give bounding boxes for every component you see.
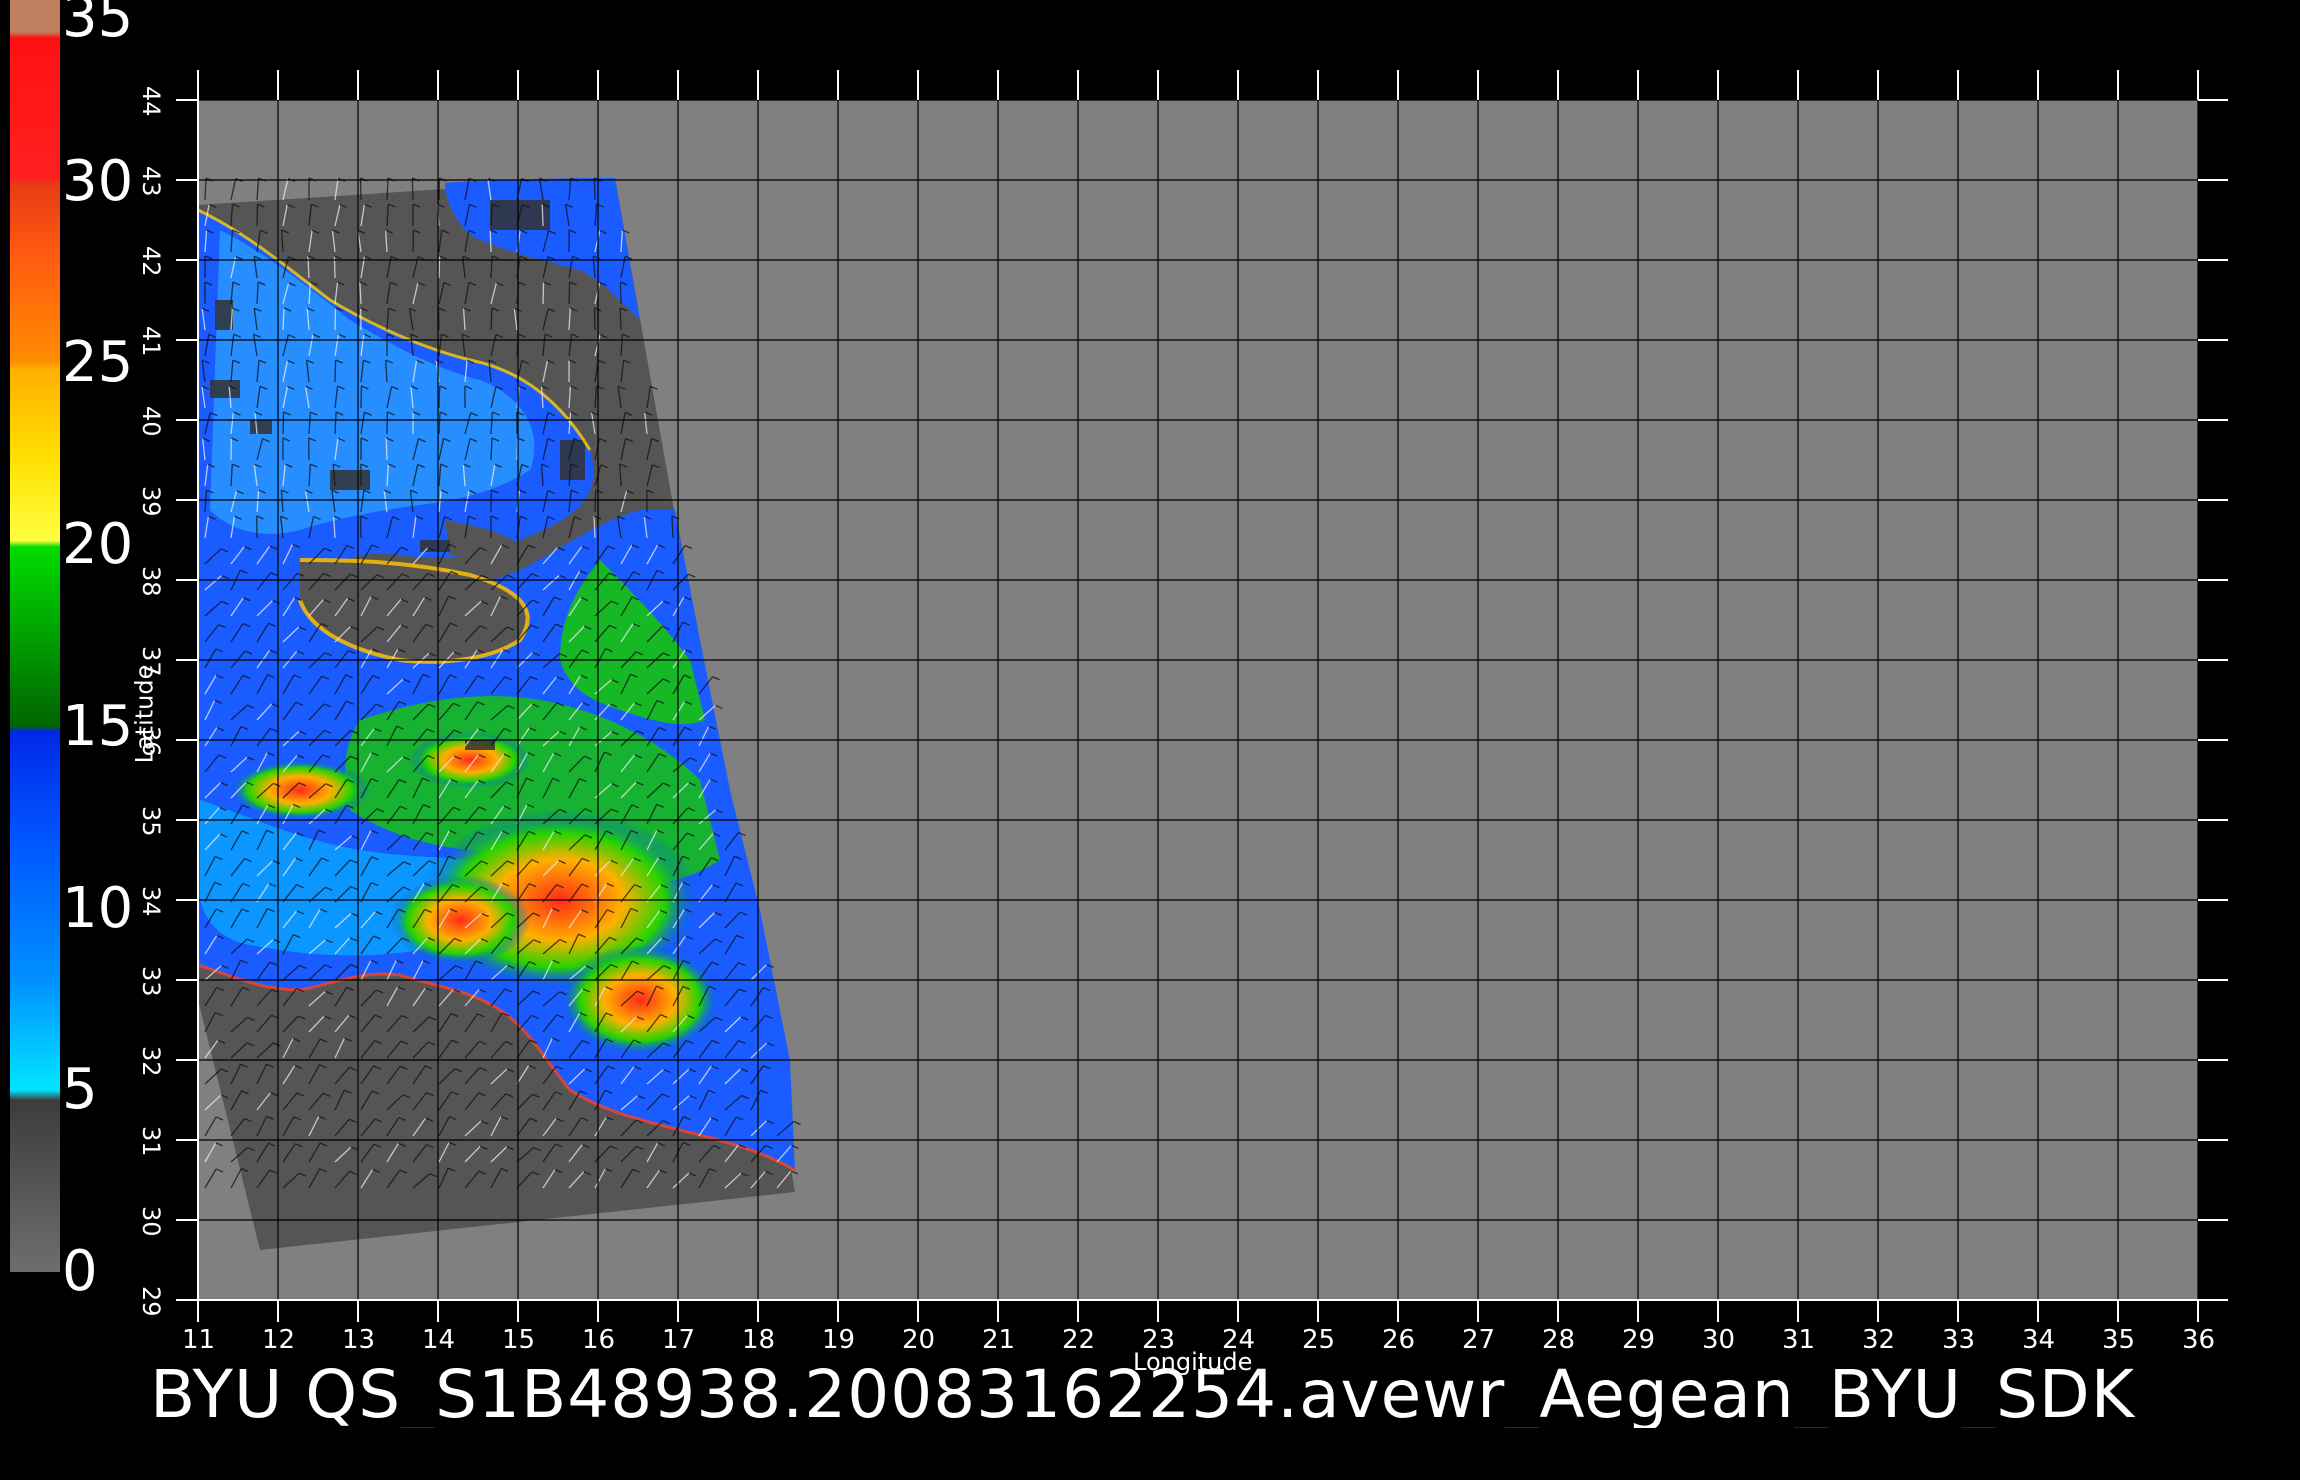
colorbar-label: 20 xyxy=(62,512,134,578)
wind-barb xyxy=(593,307,596,331)
y-tick-label: 39 xyxy=(137,486,165,517)
x-tick-label: 27 xyxy=(1462,1325,1496,1355)
x-tick-label: 35 xyxy=(2102,1325,2136,1355)
wind-barb xyxy=(438,255,441,279)
y-tick-label: 44 xyxy=(137,86,165,117)
x-tick-label: 34 xyxy=(2022,1325,2056,1355)
wind-barb xyxy=(411,177,414,201)
y-tick-label: 35 xyxy=(137,806,165,837)
wind-barb xyxy=(541,203,544,227)
colorbar-label: 35 xyxy=(62,0,134,50)
x-tick-label: 20 xyxy=(902,1325,936,1355)
x-tick-label: 19 xyxy=(822,1325,856,1355)
x-tick-label: 11 xyxy=(182,1325,216,1355)
y-tick-label: 41 xyxy=(137,326,165,357)
y-tick-label: 34 xyxy=(137,886,165,917)
wind-barb xyxy=(489,229,492,253)
wind-barb xyxy=(542,281,545,305)
y-tick-label: 38 xyxy=(137,566,165,597)
wind-barb xyxy=(334,307,337,331)
x-tick-label: 28 xyxy=(1542,1325,1576,1355)
colorbar-label: 30 xyxy=(62,148,134,214)
x-tick-label: 12 xyxy=(262,1325,296,1355)
x-tick-label: 21 xyxy=(982,1325,1016,1355)
wind-barb xyxy=(256,203,259,227)
wind-barb xyxy=(594,489,597,513)
x-tick-label: 31 xyxy=(1782,1325,1816,1355)
colorbar xyxy=(10,0,60,1272)
x-tick-label: 36 xyxy=(2182,1325,2216,1355)
wind-barb xyxy=(593,177,596,201)
x-tick-label: 22 xyxy=(1062,1325,1096,1355)
wind-map-figure xyxy=(10,0,2228,1322)
colorbar-label: 25 xyxy=(62,330,134,396)
x-tick-label: 33 xyxy=(1942,1325,1976,1355)
x-tick-label: 15 xyxy=(502,1325,536,1355)
x-tick-label: 25 xyxy=(1302,1325,1336,1355)
x-tick-label: 17 xyxy=(662,1325,696,1355)
x-tick-label: 30 xyxy=(1702,1325,1736,1355)
x-tick-label: 32 xyxy=(1862,1325,1896,1355)
y-tick-label: 42 xyxy=(137,246,165,277)
wind-barb xyxy=(359,515,362,539)
wind-barb xyxy=(282,411,285,435)
colorbar-label: 10 xyxy=(62,875,134,941)
y-tick-label: 40 xyxy=(137,406,165,437)
y-tick-label: 31 xyxy=(137,1126,165,1157)
wind-barb xyxy=(619,307,622,331)
x-tick-label: 14 xyxy=(422,1325,456,1355)
y-tick-label: 29 xyxy=(137,1286,165,1317)
wind-barb xyxy=(619,281,622,305)
y-axis-label: Latitude xyxy=(130,664,159,764)
colorbar-label: 0 xyxy=(62,1239,98,1304)
x-tick-label: 26 xyxy=(1382,1325,1416,1355)
x-tick-label: 13 xyxy=(342,1325,376,1355)
y-tick-label: 30 xyxy=(137,1206,165,1237)
figure-title: BYU QS_S1B48938.20083162254.avewr_Aegean… xyxy=(150,1362,2135,1428)
colorbar-label: 15 xyxy=(62,693,134,759)
wind-barb xyxy=(438,385,441,409)
y-tick-label: 43 xyxy=(137,166,165,197)
wind-barb xyxy=(359,177,362,201)
y-tick-label: 32 xyxy=(137,1046,165,1077)
wind-barb xyxy=(334,359,337,383)
y-tick-label: 33 xyxy=(137,966,165,997)
wind-barb xyxy=(568,281,571,305)
wind-barb xyxy=(385,437,388,461)
colorbar-label: 5 xyxy=(62,1057,98,1123)
x-tick-label: 18 xyxy=(742,1325,776,1355)
x-tick-label: 29 xyxy=(1622,1325,1656,1355)
wind-barb xyxy=(333,255,336,279)
x-tick-label: 16 xyxy=(582,1325,616,1355)
